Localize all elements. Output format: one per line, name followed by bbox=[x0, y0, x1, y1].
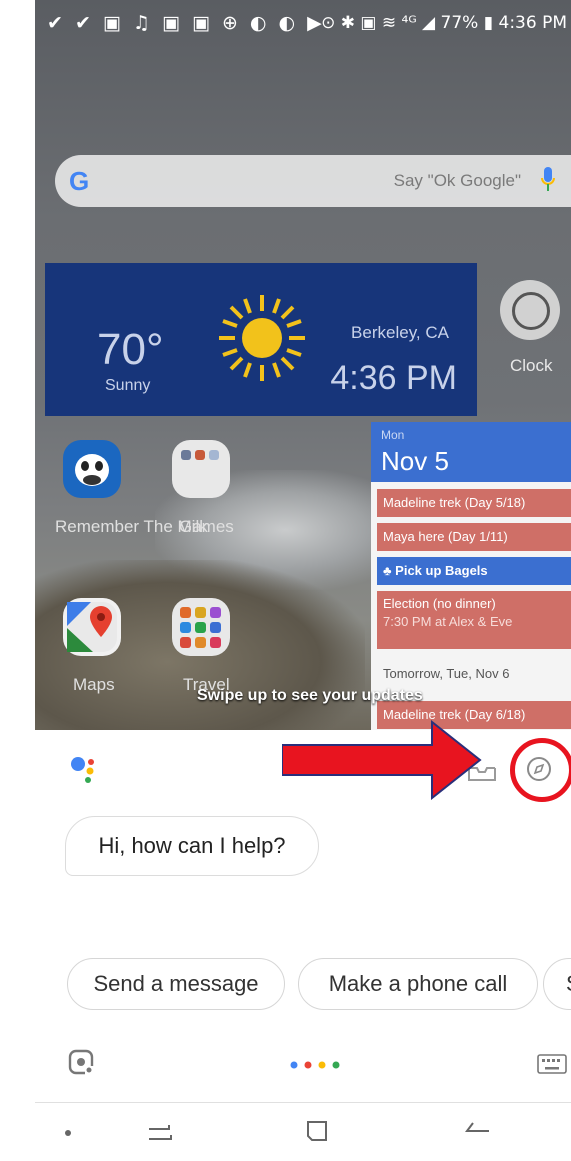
back-icon[interactable] bbox=[463, 1119, 493, 1143]
clock-app-icon[interactable] bbox=[500, 280, 560, 340]
sun-icon bbox=[219, 295, 305, 381]
swipe-up-hint: Swipe up to see your updates bbox=[197, 687, 423, 704]
weather-condition: Sunny bbox=[105, 377, 151, 394]
travel-folder-icon[interactable] bbox=[172, 598, 230, 656]
task-icon: ♣ bbox=[383, 563, 396, 578]
assistant-greeting-bubble: Hi, how can I help? bbox=[65, 816, 319, 876]
cow-icon bbox=[75, 454, 109, 486]
calendar-widget[interactable]: Mon Nov 5 Madeline trek (Day 5/18) Maya … bbox=[371, 422, 571, 730]
microphone-icon[interactable] bbox=[541, 167, 555, 193]
google-assistant-dots-icon bbox=[71, 757, 94, 783]
maps-label: Maps bbox=[73, 675, 115, 694]
status-bar: ✔ ✔ ▣ ♫ ▣ ▣ ⊕ ◐ ◐ ▶ ⊙ ✱ ▣ ≋ ⁴ᴳ ◢ 77% ▮ 4… bbox=[35, 0, 571, 46]
suggestion-chip-phone-call[interactable]: Make a phone call bbox=[298, 958, 538, 1010]
remember-the-milk-app-icon[interactable] bbox=[63, 440, 121, 498]
games-folder-icon-grid bbox=[181, 450, 219, 460]
calendar-weekday: Mon bbox=[381, 428, 405, 442]
status-time: 4:36 PM bbox=[498, 13, 568, 33]
nav-dot-indicator bbox=[65, 1130, 71, 1136]
games-folder-icon[interactable] bbox=[172, 440, 230, 498]
maps-app-icon[interactable] bbox=[63, 598, 121, 656]
assistant-mic-dots-icon[interactable] bbox=[289, 1060, 359, 1070]
travel-folder-icon-grid bbox=[180, 607, 221, 648]
calendar-event-detail: 7:30 PM at Alex & Eve bbox=[383, 614, 513, 629]
calendar-tomorrow-header: Tomorrow, Tue, Nov 6 bbox=[383, 666, 510, 681]
map-pin-icon bbox=[67, 602, 117, 652]
keyboard-icon[interactable] bbox=[537, 1054, 567, 1074]
suggestion-chip-send-message[interactable]: Send a message bbox=[67, 958, 285, 1010]
google-g-icon: G bbox=[69, 166, 90, 196]
status-right: ⊙ ✱ ▣ ≋ ⁴ᴳ ◢ 77% ▮ 4:36 PM bbox=[321, 13, 567, 33]
calendar-date: Nov 5 bbox=[381, 446, 449, 476]
battery-percent: 77% bbox=[440, 13, 479, 33]
weather-temperature: 70° bbox=[97, 325, 164, 374]
battery-icon: ▮ bbox=[483, 13, 494, 33]
games-label: Games bbox=[179, 517, 234, 536]
weather-time: 4:36 PM bbox=[330, 359, 457, 397]
google-search-bar[interactable]: G Say "Ok Google" bbox=[55, 155, 571, 207]
calendar-event[interactable]: Madeline trek (Day 5/18) bbox=[377, 489, 571, 517]
weather-widget[interactable]: 70° Sunny Berkeley, CA 4:36 PM bbox=[45, 263, 477, 416]
suggestion-chip-partial[interactable]: S bbox=[543, 958, 571, 1010]
calendar-event[interactable]: Maya here (Day 1/11) bbox=[377, 523, 571, 551]
calendar-event[interactable]: ♣ Pick up Bagels bbox=[377, 557, 571, 585]
calendar-event[interactable]: Election (no dinner) 7:30 PM at Alex & E… bbox=[377, 591, 571, 649]
clock-app-label: Clock bbox=[510, 356, 553, 375]
calendar-event-title: Pick up Bagels bbox=[395, 563, 488, 578]
lens-icon[interactable] bbox=[67, 1048, 95, 1076]
home-icon[interactable] bbox=[305, 1119, 329, 1143]
calendar-header: Mon Nov 5 bbox=[371, 422, 571, 482]
navigation-bar bbox=[35, 1102, 571, 1161]
weather-city: Berkeley, CA bbox=[351, 323, 449, 342]
phone-screen: ✔ ✔ ▣ ♫ ▣ ▣ ⊕ ◐ ◐ ▶ ⊙ ✱ ▣ ≋ ⁴ᴳ ◢ 77% ▮ 4… bbox=[35, 0, 571, 1161]
recent-apps-icon[interactable] bbox=[145, 1119, 175, 1145]
notification-icons: ✔ ✔ ▣ ♫ ▣ ▣ ⊕ ◐ ◐ ▶ bbox=[47, 12, 325, 34]
calendar-event-title: Election (no dinner) bbox=[383, 596, 496, 611]
annotation-circle bbox=[510, 738, 571, 802]
search-hint: Say "Ok Google" bbox=[393, 171, 521, 190]
annotation-arrow bbox=[282, 720, 482, 800]
system-icons: ⊙ ✱ ▣ ≋ ⁴ᴳ ◢ bbox=[321, 13, 436, 33]
clock-icon bbox=[512, 292, 550, 330]
left-margin bbox=[0, 0, 35, 1161]
